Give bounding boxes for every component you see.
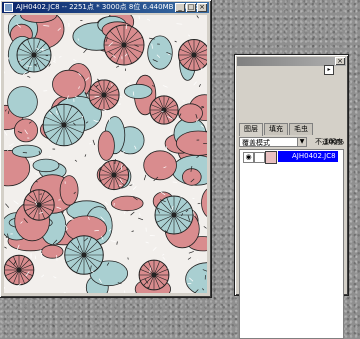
layer-panel-close-button[interactable]: × — [335, 57, 345, 65]
image-window: AJH0402.JC8 -- 2251点 * 3000点 8位 6.440MB … — [0, 0, 211, 297]
chevron-down-icon: ▼ — [297, 138, 306, 146]
image-canvas[interactable] — [4, 15, 207, 293]
tab-layers[interactable]: 图层 — [239, 123, 263, 136]
panel-menu-icon[interactable]: ▸ — [324, 65, 334, 75]
tab-brush[interactable]: 毛虫 — [289, 123, 313, 135]
layer-thumbnail — [265, 151, 277, 164]
image-window-titlebar[interactable]: AJH0402.JC8 -- 2251点 * 3000点 8位 6.440MB … — [2, 2, 209, 13]
layer-name[interactable]: AJH0402.JC8 — [278, 151, 338, 162]
eye-icon[interactable]: ◉ — [243, 152, 254, 163]
brush-link-icon[interactable] — [254, 152, 265, 163]
maximize-button[interactable]: □ — [186, 3, 196, 12]
blend-mode-value: 覆盖模式 — [242, 139, 270, 147]
pattern-artwork — [4, 15, 207, 293]
close-button[interactable]: × — [197, 3, 207, 12]
tab-fill[interactable]: 填充 — [264, 123, 288, 135]
image-window-title: AJH0402.JC8 -- 2251点 * 3000点 8位 6.440MB … — [16, 2, 200, 13]
minimize-button[interactable]: _ — [175, 3, 185, 12]
layer-list: ◉ AJH0402.JC8 — [239, 149, 344, 339]
layer-panel-tabs: 图层 填充 毛虫 — [239, 123, 314, 135]
layer-row[interactable]: ◉ AJH0402.JC8 — [241, 151, 342, 163]
layer-panel: × 图层 填充 毛虫 ▸ 覆盖模式 ▼ 不透明度 100% ◉ AJH0402.… — [235, 55, 348, 295]
blend-mode-select[interactable]: 覆盖模式 ▼ — [239, 137, 307, 147]
app-icon — [4, 3, 13, 12]
opacity-value[interactable]: 100% — [324, 137, 344, 147]
